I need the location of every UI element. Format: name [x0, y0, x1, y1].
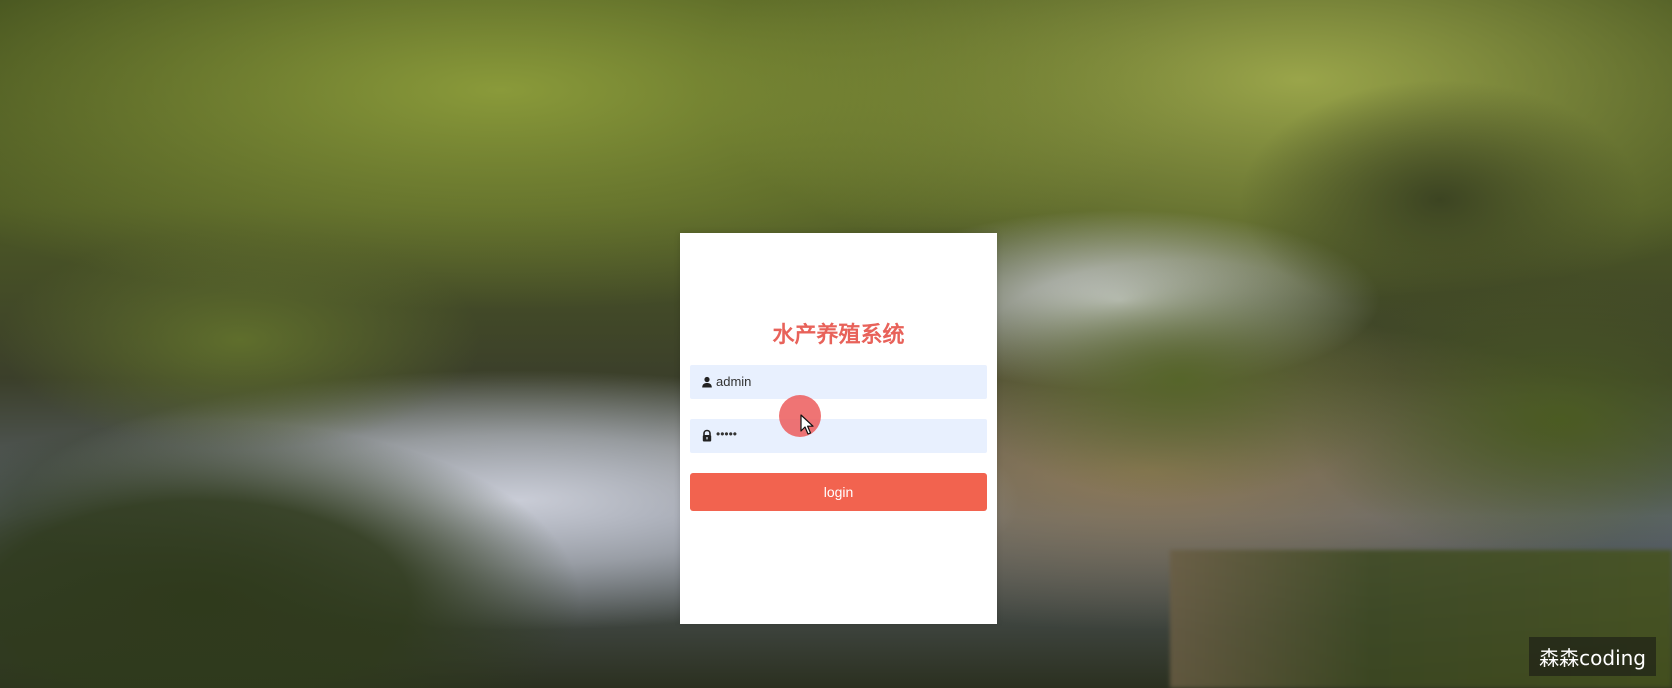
login-button[interactable]: login	[690, 473, 987, 511]
username-field[interactable]: admin	[690, 365, 987, 399]
login-card: 水产养殖系统 admin ••••• login	[680, 233, 997, 624]
system-title: 水产养殖系统	[772, 323, 905, 348]
mouse-cursor-icon	[800, 414, 816, 436]
user-icon	[700, 375, 714, 389]
password-input[interactable]: •••••	[716, 427, 737, 441]
watermark: 森森coding	[1529, 637, 1656, 676]
username-input[interactable]: admin	[716, 374, 751, 389]
password-field[interactable]: •••••	[690, 419, 987, 453]
lock-icon	[700, 429, 714, 443]
